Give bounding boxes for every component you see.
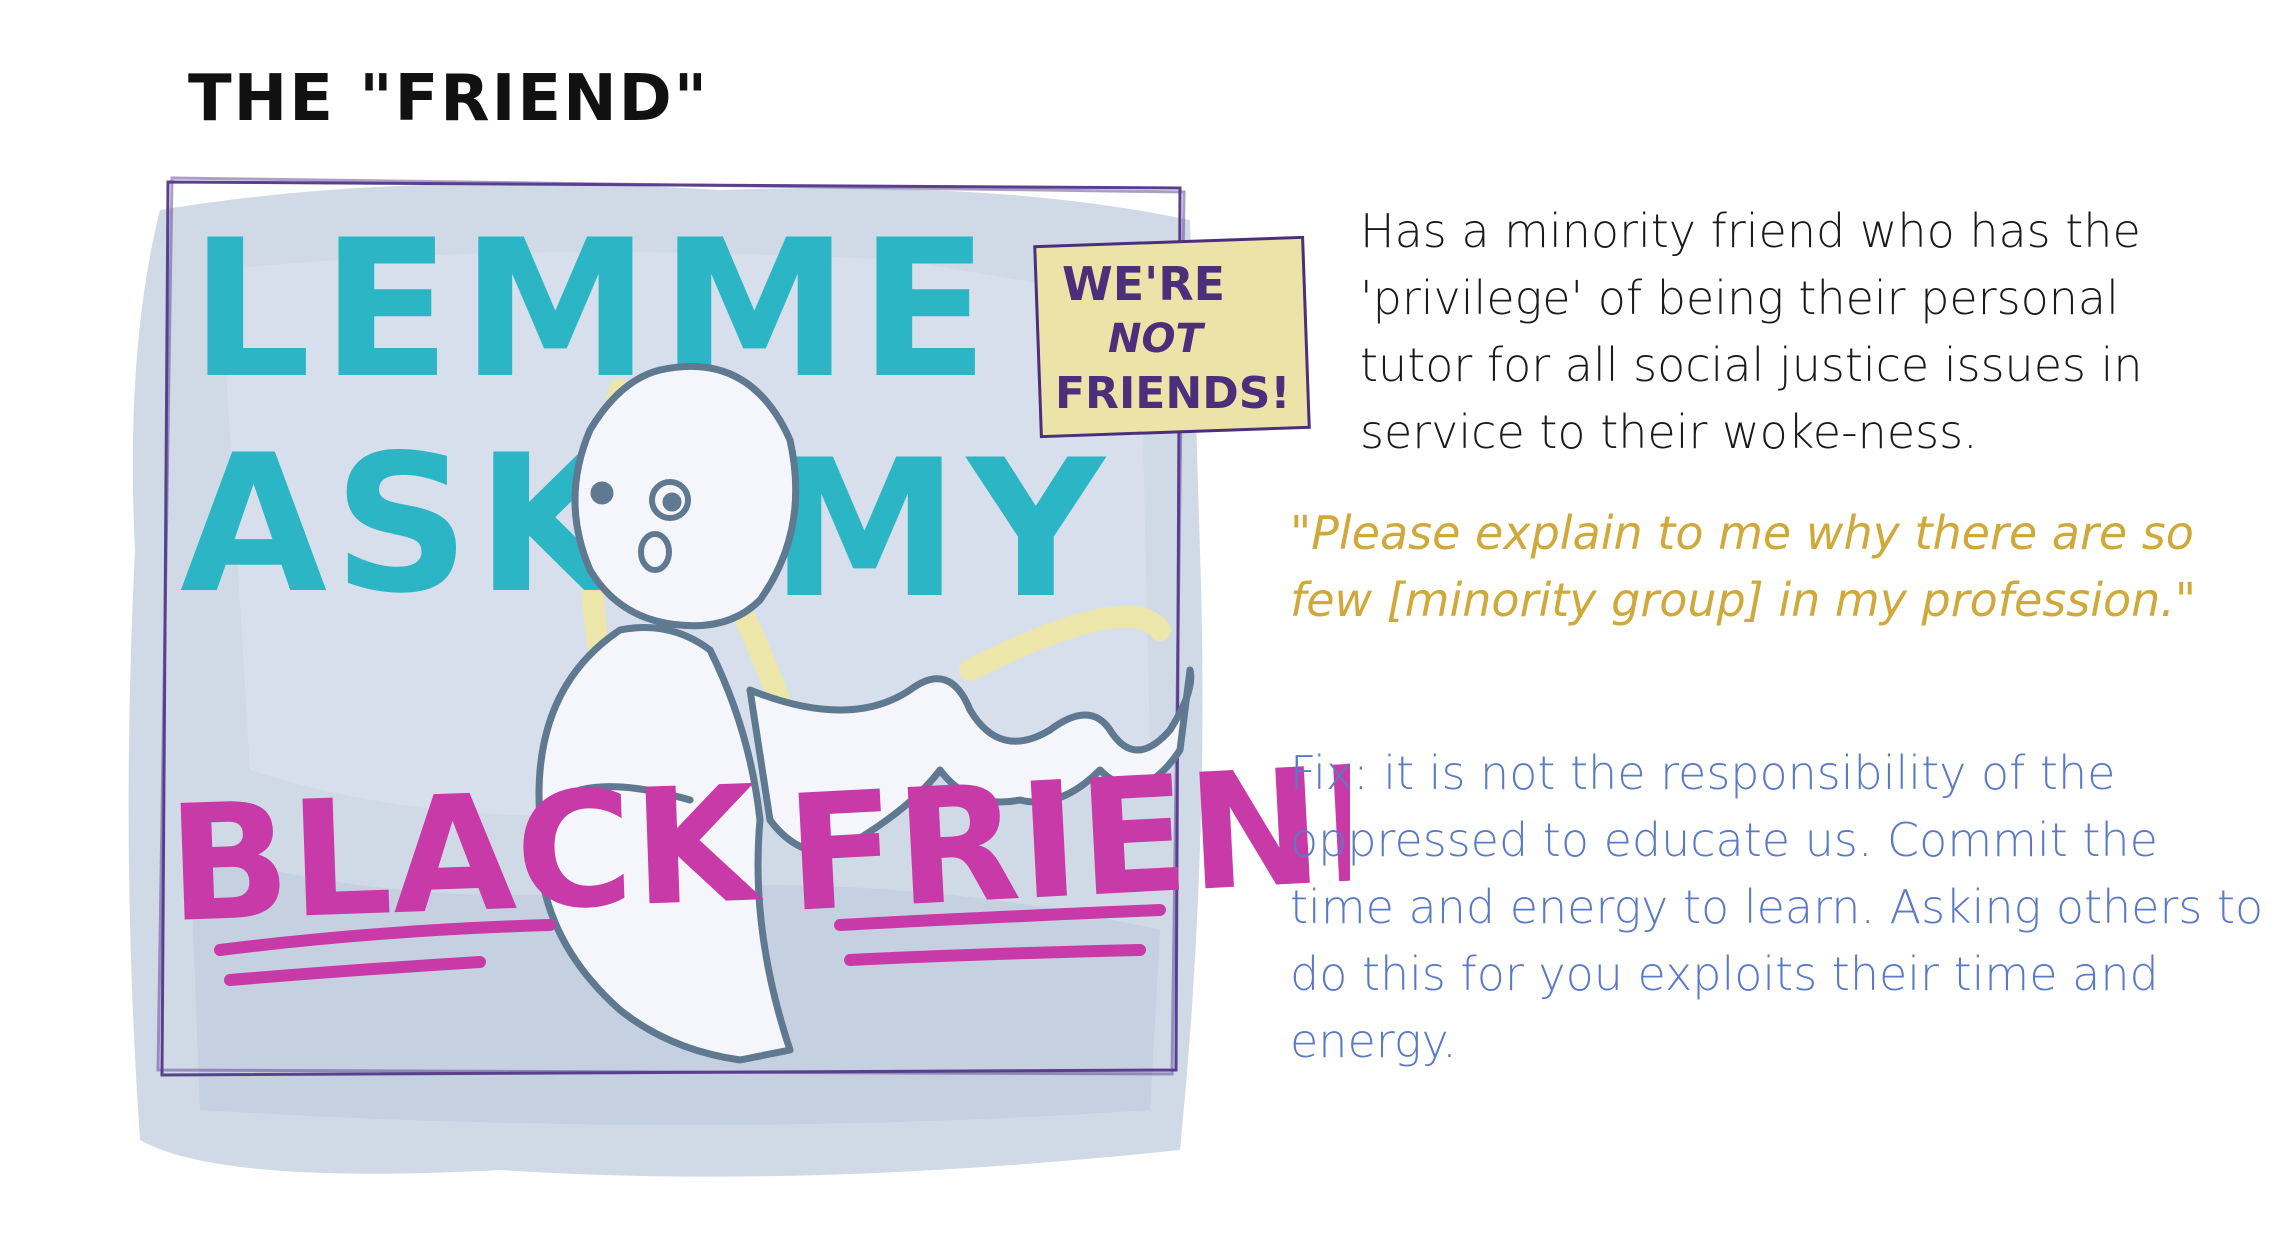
sign-text-3: FRIENDS! (1055, 368, 1290, 419)
description-text: Has a minority friend who has the 'privi… (1360, 204, 2143, 459)
illustration: LEMME ASK MY BLACK FRIEND WE'RE NOT FRIE… (156, 176, 1350, 1077)
panel-title: THE "FRIEND" (188, 62, 710, 136)
comic-panel: THE "FRIEND" LEMME ASK MY BLACK FRIEND W… (0, 0, 2286, 1234)
sign-text-1: WE'RE (1062, 257, 1225, 311)
figure-head (571, 362, 800, 630)
sign: WE'RE NOT FRIENDS! (1033, 235, 1311, 439)
illustration-word-ask: ASK (180, 414, 629, 635)
quote-text: "Please explain to me why there are so f… (1290, 506, 2197, 627)
sign-text-2: NOT (1108, 316, 1205, 362)
fix-text: Fix: it is not the responsibility of the… (1290, 746, 2264, 1068)
illustration-word-my: MY (770, 419, 1113, 640)
illustration-word-lemme: LEMME (190, 199, 999, 420)
